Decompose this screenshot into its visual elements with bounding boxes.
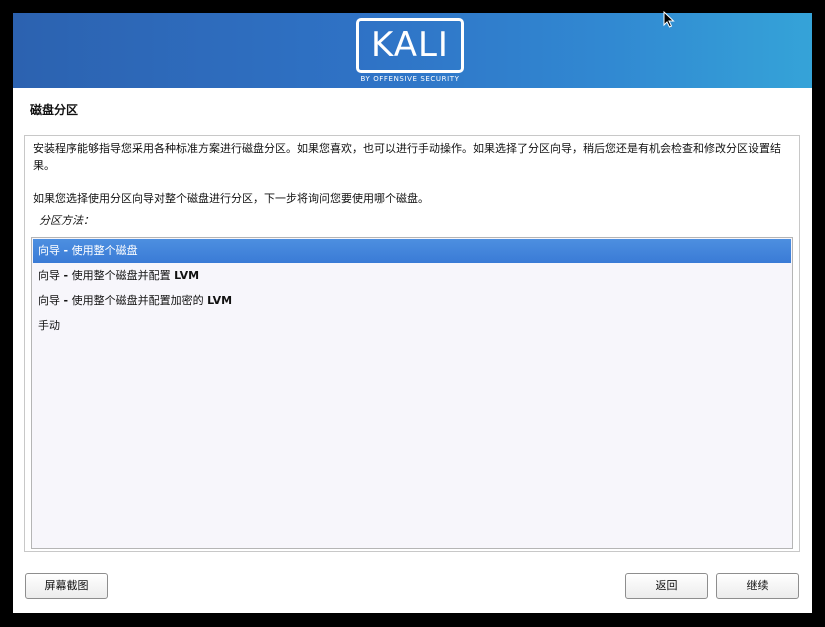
partition-method-list[interactable]: 向导 - 使用整个磁盘 向导 - 使用整个磁盘并配置 LVM 向导 - 使用整个… (31, 237, 793, 549)
option-prefix: 向导 (38, 294, 60, 307)
page-title: 磁盘分区 (30, 103, 79, 117)
prompt-text: 如果您选择使用分区向导对整个磁盘进行分区，下一步将询问您要使用哪个磁盘。 (33, 192, 429, 205)
option-suffix: LVM (174, 269, 200, 282)
option-text: 使用整个磁盘并配置 (71, 269, 171, 282)
continue-button[interactable]: 继续 (716, 573, 799, 599)
option-guided-entire-disk[interactable]: 向导 - 使用整个磁盘 (33, 239, 791, 263)
screenshot-button[interactable]: 屏幕截图 (25, 573, 108, 599)
kali-logo: KALI (356, 18, 464, 73)
back-button[interactable]: 返回 (625, 573, 708, 599)
option-text: 使用整个磁盘并配置加密的 (71, 294, 204, 307)
option-prefix: 向导 (38, 269, 60, 282)
kali-logo-subtitle: BY OFFENSIVE SECURITY (360, 75, 460, 83)
option-dash: - (63, 269, 69, 282)
option-guided-lvm[interactable]: 向导 - 使用整个磁盘并配置 LVM (33, 264, 791, 288)
option-prefix: 手动 (38, 319, 60, 332)
option-prefix: 向导 (38, 244, 60, 257)
option-dash: - (63, 294, 69, 307)
option-manual[interactable]: 手动 (33, 314, 791, 338)
partition-method-label: 分区方法： (39, 214, 94, 227)
mouse-pointer-icon (663, 11, 675, 28)
kali-banner: KALI BY OFFENSIVE SECURITY (13, 13, 812, 88)
option-guided-encrypted-lvm[interactable]: 向导 - 使用整个磁盘并配置加密的 LVM (33, 289, 791, 313)
installer-window: KALI BY OFFENSIVE SECURITY 磁盘分区 安装程序能够指导… (13, 13, 812, 613)
kali-logo-text: KALI (371, 25, 449, 65)
option-text: 使用整个磁盘 (71, 244, 138, 257)
description-text: 安装程序能够指导您采用各种标准方案进行磁盘分区。如果您喜欢，也可以进行手动操作。… (33, 142, 781, 172)
option-dash: - (63, 244, 69, 257)
option-suffix: LVM (207, 294, 233, 307)
